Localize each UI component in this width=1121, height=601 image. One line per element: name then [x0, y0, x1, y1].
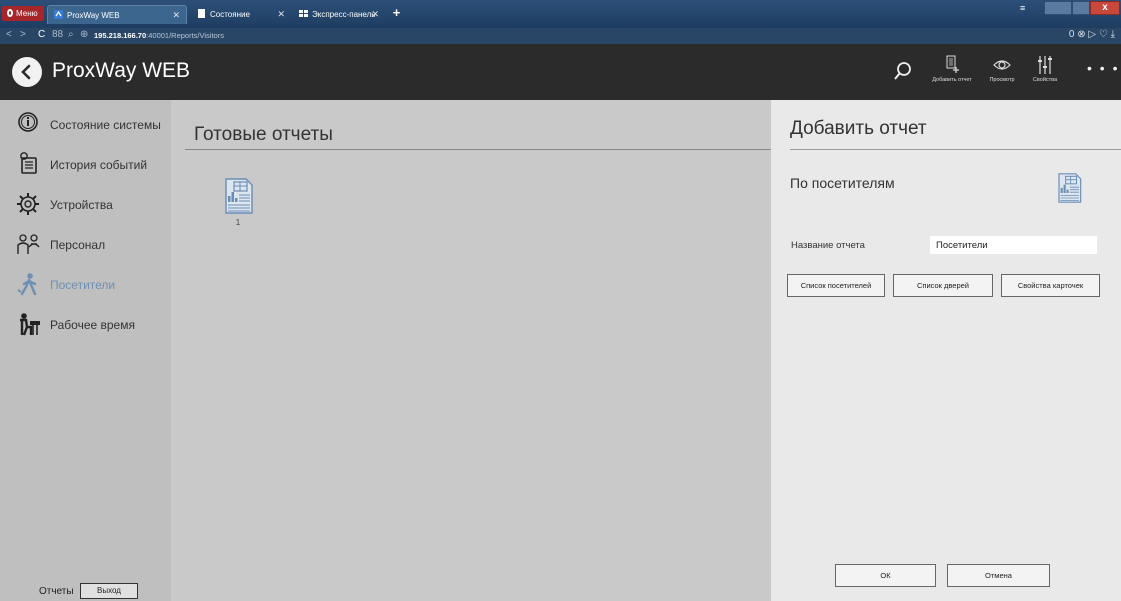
forward-nav-icon[interactable]: >	[20, 29, 26, 40]
address-bar: < > C 88 ⌕ ⊕ 195.218.166.70:40001/Report…	[0, 28, 1121, 44]
exit-button[interactable]: Выход	[80, 583, 138, 599]
visitors-list-button[interactable]: Список посетителей	[787, 274, 885, 297]
add-report-button[interactable]: Добавить отчет	[929, 55, 975, 83]
reload-icon[interactable]: C	[38, 29, 45, 40]
more-options-icon[interactable]: • • •	[1087, 60, 1119, 76]
doors-list-button[interactable]: Список дверей	[893, 274, 993, 297]
proxway-favicon-icon	[54, 10, 63, 19]
add-report-panel: Добавить отчет По посетителям Название о…	[771, 100, 1121, 601]
report-name-label: Название отчета	[791, 240, 865, 251]
url-field[interactable]: 195.218.166.70:40001/Reports/Visitors	[94, 28, 224, 44]
document-icon	[198, 9, 205, 18]
sidebar-item-system-state[interactable]: Состояние системы	[0, 112, 171, 152]
tab-pdf[interactable]: Состояние системы.pdf ✕	[191, 5, 291, 38]
app-header: ProxWay WEB Добавить отчет Просмотр Свой…	[0, 44, 1121, 100]
tab-menu-icon[interactable]: ≡	[1020, 3, 1025, 13]
browser-tab-bar: Меню ProxWay WEB ✕ Состояние системы.pdf…	[0, 0, 1121, 38]
reports-label[interactable]: Отчеты	[39, 586, 74, 597]
properties-button[interactable]: Свойства	[1022, 55, 1068, 83]
search-icon	[894, 62, 911, 80]
speed-dial-icon[interactable]: 88	[52, 29, 63, 40]
add-report-icon	[946, 55, 959, 73]
event-history-icon	[20, 152, 37, 174]
main-content: Готовые отчеты 1	[171, 100, 771, 601]
browser-menu-button[interactable]: Меню	[2, 6, 44, 21]
card-properties-button[interactable]: Свойства карточек	[1001, 274, 1100, 297]
opera-logo-icon	[7, 9, 13, 17]
maximize-button[interactable]	[1072, 1, 1090, 15]
report-icon	[1058, 173, 1082, 203]
close-tab-icon[interactable]: ✕	[172, 6, 180, 25]
search-small-icon[interactable]: ⌕	[68, 29, 74, 40]
new-tab-button[interactable]: +	[389, 6, 404, 21]
page-title: Готовые отчеты	[194, 124, 333, 145]
eye-icon	[993, 60, 1011, 70]
sidebar-footer: Отчеты Выход	[0, 583, 171, 601]
panel-title: Добавить отчет	[790, 118, 927, 139]
sidebar-item-event-history[interactable]: История событий	[0, 152, 171, 192]
ok-button[interactable]: ОК	[835, 564, 936, 587]
sliders-icon	[1038, 56, 1052, 74]
close-tab-icon[interactable]: ✕	[371, 5, 379, 24]
back-nav-icon[interactable]: <	[6, 29, 12, 40]
report-type-icon-wrap	[1054, 170, 1084, 211]
sidebar-item-working-time[interactable]: Рабочее время	[0, 312, 171, 352]
back-button[interactable]	[12, 57, 42, 87]
report-caption: 1	[235, 218, 241, 227]
visitor-icon	[17, 273, 37, 296]
report-type-title: По посетителям	[790, 175, 895, 191]
preview-button[interactable]: Просмотр	[979, 55, 1025, 83]
close-tab-icon[interactable]: ✕	[277, 5, 285, 24]
grid-icon	[299, 10, 308, 17]
address-bar-tools[interactable]: 0 ⊗ ▷ ♡ ⤓	[1069, 29, 1115, 40]
sidebar-item-devices[interactable]: Устройства	[0, 192, 171, 232]
sidebar-item-visitors[interactable]: Посетители	[0, 272, 171, 312]
title-divider	[185, 149, 771, 150]
cancel-button[interactable]: Отмена	[947, 564, 1050, 587]
search-button[interactable]	[893, 60, 913, 87]
personnel-icon	[17, 234, 40, 254]
app-title: ProxWay WEB	[52, 59, 191, 82]
chevron-left-icon	[21, 64, 31, 80]
tab-proxway[interactable]: ProxWay WEB ✕	[47, 5, 187, 24]
minimize-button[interactable]	[1044, 1, 1072, 15]
report-name-field[interactable]	[930, 236, 1097, 254]
report-tile[interactable]: 1	[220, 176, 256, 232]
sidebar: Состояние системы История событий Устрой…	[0, 100, 171, 601]
tab-speed-dial[interactable]: Экспресс-панель ✕	[293, 5, 385, 24]
working-time-icon	[20, 313, 40, 336]
globe-icon: ⊕	[80, 29, 89, 40]
info-circle-icon	[18, 112, 38, 132]
panel-divider	[790, 149, 1121, 150]
report-icon	[225, 178, 253, 214]
sidebar-item-personnel[interactable]: Персонал	[0, 232, 171, 272]
gear-icon	[17, 193, 39, 215]
close-window-button[interactable]	[1090, 1, 1120, 15]
